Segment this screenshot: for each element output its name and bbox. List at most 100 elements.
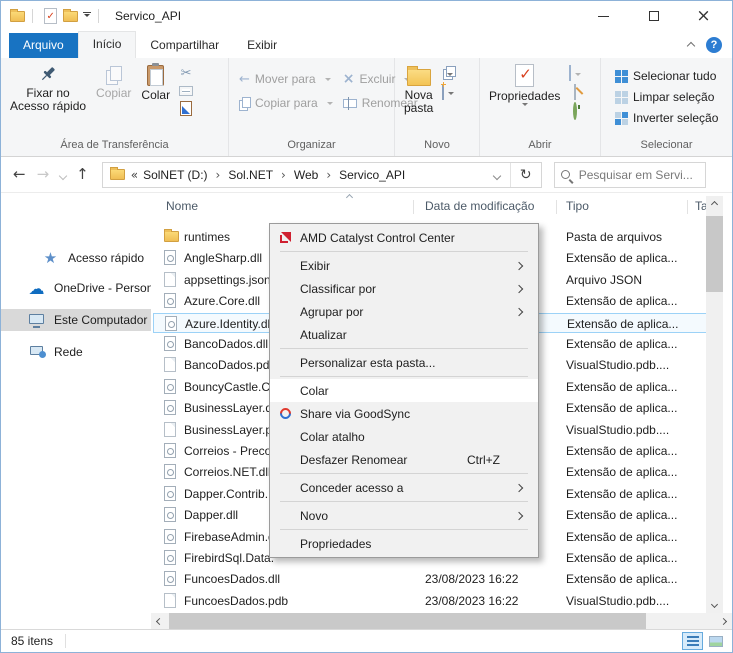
qat-new-folder-button[interactable] bbox=[60, 5, 80, 27]
recent-locations-dropdown[interactable] bbox=[58, 168, 68, 182]
back-button[interactable]: ← bbox=[13, 167, 26, 182]
file-name: Azure.Identity.dll bbox=[185, 316, 273, 331]
file-row-funcoesdados-pdb[interactable]: FuncoesDados.pdb 23/08/2023 16:22 VisualSt… bbox=[153, 591, 709, 611]
pin-to-quick-access-button[interactable]: Fixar no Acesso rápido bbox=[5, 61, 91, 116]
file-name: appsettings.json bbox=[184, 272, 271, 287]
context-menu-item-personalizar-esta-pasta[interactable]: Personalizar esta pasta... bbox=[270, 351, 538, 374]
context-menu-item-classificar-por[interactable]: Classificar por bbox=[270, 277, 538, 300]
copy-to-button[interactable]: Copiar para bbox=[239, 96, 333, 111]
qat-customize-dropdown[interactable] bbox=[83, 12, 91, 20]
new-item-button[interactable] bbox=[442, 84, 455, 100]
folder-icon bbox=[164, 229, 179, 242]
file-row-funcoesdados-dll[interactable]: FuncoesDados.dll 23/08/2023 16:22 Extensão… bbox=[153, 569, 709, 589]
sidebar-item-este-computador[interactable]: Este Computador bbox=[1, 309, 151, 331]
context-menu-item-share-via-goodsync[interactable]: Share via GoodSync bbox=[270, 402, 538, 425]
context-menu-item-colar[interactable]: Colar bbox=[270, 379, 538, 402]
sidebar-item-rede[interactable]: Rede bbox=[1, 341, 151, 363]
menu-item-label: Agrupar por bbox=[300, 304, 364, 319]
breadcrumb-segment-sol-net[interactable]: Sol.NET bbox=[227, 168, 274, 182]
sidebar-item-acesso-rapido[interactable]: Acesso rápido bbox=[1, 247, 151, 269]
details-view-button[interactable] bbox=[682, 632, 703, 650]
column-divider[interactable] bbox=[413, 200, 414, 214]
breadcrumb-segment-web[interactable]: Web bbox=[293, 168, 319, 182]
horizontal-scrollbar[interactable] bbox=[151, 613, 732, 629]
paste-shortcut-button[interactable] bbox=[180, 101, 193, 116]
collapse-ribbon-button[interactable] bbox=[686, 38, 696, 52]
navigation-bar: ← → ↑ « SolNET (D:) › Sol.NET › Web › Servico_… bbox=[1, 157, 732, 193]
search-box[interactable] bbox=[553, 161, 706, 188]
scroll-left-button[interactable] bbox=[151, 613, 168, 629]
column-header-date[interactable]: Data de modificação bbox=[425, 199, 534, 213]
column-divider[interactable] bbox=[556, 200, 557, 214]
tab-arquivo[interactable]: Arquivo bbox=[9, 33, 78, 58]
context-menu-item-atualizar[interactable]: Atualizar bbox=[270, 323, 538, 346]
menu-item-label: Colar atalho bbox=[300, 429, 365, 444]
context-menu-item-agrupar-por[interactable]: Agrupar por bbox=[270, 300, 538, 323]
edit-button[interactable] bbox=[574, 84, 577, 100]
context-menu-item-amd-catalyst-control-center[interactable]: AMD Catalyst Control Center bbox=[270, 226, 538, 249]
up-button[interactable]: ↑ bbox=[76, 167, 89, 182]
dll-icon bbox=[164, 443, 176, 458]
window-controls: × bbox=[589, 1, 718, 31]
address-dropdown[interactable] bbox=[492, 168, 510, 182]
breadcrumb-collapsed-prefix[interactable]: « bbox=[125, 168, 142, 182]
context-menu-item-propriedades[interactable]: Propriedades bbox=[270, 532, 538, 555]
easy-access-button[interactable] bbox=[443, 66, 454, 80]
column-divider[interactable] bbox=[687, 200, 688, 214]
scroll-up-button[interactable] bbox=[706, 196, 723, 213]
submenu-arrow-icon bbox=[514, 483, 524, 492]
open-button[interactable] bbox=[569, 65, 582, 81]
select-all-icon bbox=[615, 69, 628, 83]
invert-selection-button[interactable]: Inverter seleção bbox=[615, 111, 718, 125]
submenu-arrow-icon bbox=[514, 261, 524, 270]
context-menu-item-conceder-acesso-a[interactable]: Conceder acesso a bbox=[270, 476, 538, 499]
context-menu-item-colar-atalho[interactable]: Colar atalho bbox=[270, 425, 538, 448]
history-button[interactable] bbox=[573, 102, 578, 120]
context-menu-item-novo[interactable]: Novo bbox=[270, 504, 538, 527]
search-input[interactable] bbox=[576, 166, 699, 183]
dll-icon bbox=[164, 464, 176, 480]
paste-button[interactable]: Colar bbox=[136, 61, 175, 105]
navigation-pane: Acesso rápido OneDrive - Person Este Compu… bbox=[1, 193, 151, 613]
refresh-button[interactable] bbox=[511, 163, 541, 187]
vertical-scrollbar[interactable] bbox=[706, 196, 723, 613]
ribbon: Fixar noAcesso rápido Copiar Colar Área … bbox=[1, 58, 732, 157]
move-to-button[interactable]: Mover para bbox=[239, 71, 333, 87]
address-bar[interactable]: « SolNET (D:) › Sol.NET › Web › Servico_API bbox=[101, 161, 542, 188]
breadcrumb-separator: › bbox=[215, 167, 221, 182]
minimize-button[interactable] bbox=[589, 1, 618, 31]
scroll-down-button[interactable] bbox=[706, 596, 723, 613]
tab-inicio[interactable]: Início bbox=[77, 31, 137, 58]
file-type: Extensão de aplica... bbox=[567, 316, 679, 331]
close-button[interactable]: × bbox=[689, 1, 718, 31]
properties-icon bbox=[515, 64, 535, 87]
forward-button[interactable]: → bbox=[37, 167, 50, 182]
maximize-button[interactable] bbox=[639, 1, 668, 31]
column-header-type[interactable]: Tipo bbox=[566, 199, 589, 213]
select-all-button[interactable]: Selecionar tudo bbox=[615, 69, 718, 83]
sidebar-item-onedrive-person[interactable]: OneDrive - Person bbox=[1, 277, 151, 299]
chevron-right-icon bbox=[719, 617, 728, 625]
new-folder-button[interactable]: Nova pasta bbox=[399, 61, 438, 118]
horizontal-scrollbar-thumb[interactable] bbox=[169, 613, 646, 629]
context-menu-item-desfazer-renomear[interactable]: Desfazer Renomear Ctrl+Z bbox=[270, 448, 538, 471]
move-to-icon bbox=[239, 72, 250, 87]
tab-exibir[interactable]: Exibir bbox=[233, 33, 291, 58]
scroll-right-button[interactable] bbox=[715, 613, 732, 629]
thumbnails-view-button[interactable] bbox=[705, 632, 726, 650]
qat-properties-button[interactable] bbox=[40, 5, 60, 27]
column-header-name[interactable]: Nome bbox=[166, 199, 198, 213]
vertical-scrollbar-thumb[interactable] bbox=[706, 216, 723, 292]
clear-selection-button[interactable]: Limpar seleção bbox=[615, 90, 718, 104]
file-name: BancoDados.dll bbox=[184, 337, 269, 351]
context-menu-item-exibir[interactable]: Exibir bbox=[270, 254, 538, 277]
properties-button[interactable]: Propriedades bbox=[484, 61, 565, 112]
tab-compartilhar[interactable]: Compartilhar bbox=[136, 33, 233, 58]
breadcrumb-segment-servico-api[interactable]: Servico_API bbox=[338, 168, 406, 182]
help-button[interactable]: ? bbox=[706, 37, 722, 53]
copy-button[interactable]: Copiar bbox=[91, 61, 136, 103]
cut-button[interactable] bbox=[181, 66, 192, 81]
menu-item-label: Propriedades bbox=[300, 536, 372, 551]
breadcrumb-segment-solnet-d[interactable]: SolNET (D:) bbox=[142, 168, 208, 182]
copy-path-button[interactable] bbox=[179, 86, 194, 96]
